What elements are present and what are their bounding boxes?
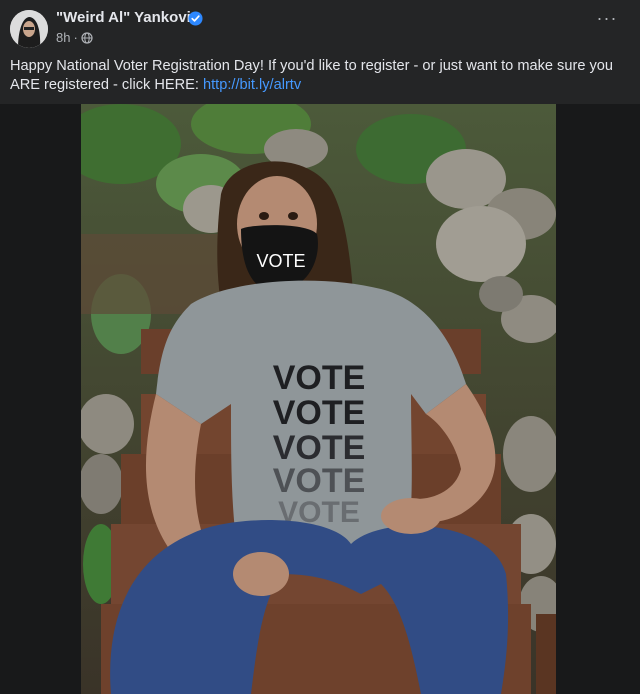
post-header: "Weird Al" Yankovic 8h · ··· <box>0 0 640 50</box>
post-link[interactable]: http://bit.ly/alrtv <box>203 77 301 93</box>
post-text: Happy National Voter Registration Day! I… <box>10 57 632 95</box>
shirt-line: VOTE <box>273 394 366 432</box>
facebook-post: "Weird Al" Yankovic 8h · ··· Happy Natio… <box>0 0 640 694</box>
author-avatar[interactable] <box>10 10 48 48</box>
verified-badge-icon <box>188 11 203 26</box>
post-meta: 8h · <box>56 30 93 45</box>
shirt-line: VOTE <box>273 359 366 397</box>
more-options-icon[interactable]: ··· <box>594 9 620 32</box>
post-body: Happy National Voter Registration Day! I… <box>10 58 614 93</box>
mask-text: VOTE <box>256 251 305 271</box>
post-photo[interactable]: VOTE VOTE VOTE VOTE VOTE VOTE <box>81 104 556 694</box>
shirt-text: VOTE VOTE VOTE VOTE VOTE <box>273 359 366 529</box>
post-timestamp[interactable]: 8h <box>56 30 70 45</box>
author-name[interactable]: "Weird Al" Yankovic <box>56 9 199 26</box>
shirt-line: VOTE <box>273 462 366 500</box>
post-media[interactable]: VOTE VOTE VOTE VOTE VOTE VOTE <box>0 104 640 694</box>
globe-icon <box>81 31 93 44</box>
meta-separator: · <box>73 30 78 45</box>
